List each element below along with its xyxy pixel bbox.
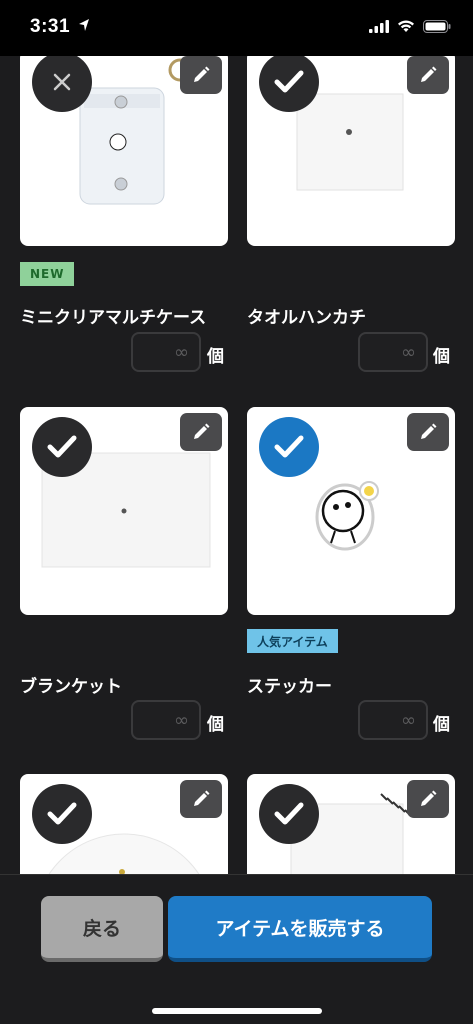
product-card[interactable] <box>20 774 228 874</box>
battery-icon <box>423 20 451 33</box>
pencil-icon <box>421 66 437 82</box>
new-badge: NEW <box>20 262 75 286</box>
check-icon <box>274 435 304 458</box>
quantity-input[interactable]: ∞ <box>358 332 428 372</box>
select-toggle[interactable] <box>259 784 319 844</box>
edit-button[interactable] <box>180 413 222 451</box>
pencil-icon <box>194 790 210 806</box>
back-button[interactable]: 戻る <box>41 896 163 962</box>
edit-button[interactable] <box>407 413 449 451</box>
select-toggle[interactable] <box>259 417 319 477</box>
product-name: ステッカー <box>247 677 332 697</box>
edit-button[interactable] <box>407 780 449 818</box>
status-bar: 3:31 <box>0 0 473 56</box>
sell-items-button[interactable]: アイテムを販売する <box>168 896 432 962</box>
quantity-unit: 個 <box>433 347 450 367</box>
home-indicator[interactable] <box>152 1008 322 1014</box>
product-card[interactable] <box>247 774 455 874</box>
status-time: 3:31 <box>30 16 71 37</box>
quantity-unit: 個 <box>433 715 450 735</box>
product-grid[interactable]: NEW ミニクリアマルチケース タオルハンカチ ∞ 個 ∞ 個 人気アイテム ブ… <box>0 56 473 874</box>
pencil-icon <box>194 423 210 439</box>
quantity-unit: 個 <box>207 347 224 367</box>
select-toggle[interactable] <box>32 784 92 844</box>
quantity-input[interactable]: ∞ <box>131 332 201 372</box>
location-arrow-icon <box>79 19 89 31</box>
product-card[interactable] <box>247 407 455 615</box>
pencil-icon <box>194 66 210 82</box>
bottom-action-bar: 戻る アイテムを販売する <box>0 874 473 1024</box>
select-toggle[interactable] <box>32 417 92 477</box>
edit-button[interactable] <box>180 56 222 94</box>
pencil-icon <box>421 423 437 439</box>
quantity-input[interactable]: ∞ <box>358 700 428 740</box>
product-name: ブランケット <box>20 677 122 697</box>
check-icon <box>274 70 304 93</box>
check-icon <box>274 802 304 825</box>
check-icon <box>47 802 77 825</box>
signal-icon <box>369 20 389 33</box>
popular-badge: 人気アイテム <box>247 629 338 653</box>
wifi-icon <box>398 20 414 32</box>
close-icon <box>53 73 71 91</box>
quantity-unit: 個 <box>207 715 224 735</box>
edit-button[interactable] <box>407 56 449 94</box>
product-card[interactable] <box>20 407 228 615</box>
edit-button[interactable] <box>180 780 222 818</box>
product-name: ミニクリアマルチケース <box>20 308 207 328</box>
pencil-icon <box>421 790 437 806</box>
check-icon <box>47 435 77 458</box>
product-name: タオルハンカチ <box>247 308 366 328</box>
product-card[interactable] <box>247 56 455 246</box>
quantity-input[interactable]: ∞ <box>131 700 201 740</box>
product-card[interactable] <box>20 56 228 246</box>
